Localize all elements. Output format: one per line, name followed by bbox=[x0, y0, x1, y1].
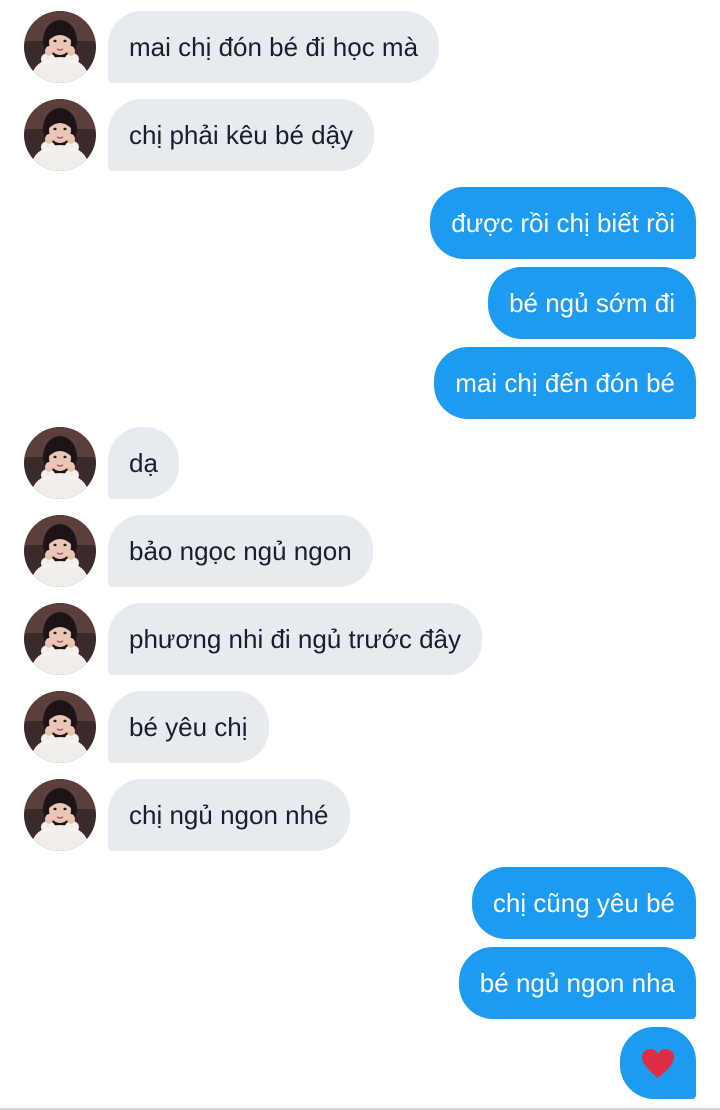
message-row-outgoing: chị cũng yêu bé bbox=[0, 867, 720, 939]
message-row-incoming: dạ bbox=[0, 427, 720, 499]
message-row-incoming: chị phải kêu bé dậy bbox=[0, 99, 720, 171]
message-row-incoming: chị ngủ ngon nhé bbox=[0, 779, 720, 851]
avatar[interactable] bbox=[24, 427, 96, 499]
message-bubble-outgoing-emoji[interactable] bbox=[620, 1027, 696, 1099]
message-bubble-incoming[interactable]: mai chị đón bé đi học mà bbox=[108, 11, 440, 83]
message-bubble-outgoing[interactable]: bé ngủ ngon nha bbox=[458, 947, 696, 1019]
conversation-thread: mai chị đón bé đi học mà chị phải kêu bé… bbox=[0, 0, 720, 1110]
avatar[interactable] bbox=[24, 99, 96, 171]
message-bubble-incoming[interactable]: chị phải kêu bé dậy bbox=[108, 99, 375, 171]
message-bubble-outgoing[interactable]: được rồi chị biết rồi bbox=[430, 187, 696, 259]
avatar[interactable] bbox=[24, 779, 96, 851]
message-row-outgoing: được rồi chị biết rồi bbox=[0, 187, 720, 259]
avatar[interactable] bbox=[24, 691, 96, 763]
message-bubble-incoming[interactable]: bé yêu chị bbox=[108, 691, 269, 763]
message-row-outgoing: bé ngủ sớm đi bbox=[0, 267, 720, 339]
message-row-incoming: phương nhi đi ngủ trước đây bbox=[0, 603, 720, 675]
avatar[interactable] bbox=[24, 603, 96, 675]
message-bubble-outgoing[interactable]: bé ngủ sớm đi bbox=[488, 267, 696, 339]
message-row-incoming: mai chị đón bé đi học mà bbox=[0, 11, 720, 83]
message-row-outgoing bbox=[0, 1027, 720, 1099]
message-bubble-incoming[interactable]: bảo ngọc ngủ ngon bbox=[108, 515, 373, 587]
avatar[interactable] bbox=[24, 11, 96, 83]
message-row-incoming: bảo ngọc ngủ ngon bbox=[0, 515, 720, 587]
message-row-incoming: bé yêu chị bbox=[0, 691, 720, 763]
message-bubble-incoming[interactable]: phương nhi đi ngủ trước đây bbox=[108, 603, 482, 675]
message-row-outgoing: bé ngủ ngon nha bbox=[0, 947, 720, 1019]
heart-emoji-icon bbox=[642, 1049, 674, 1079]
message-bubble-incoming[interactable]: dạ bbox=[108, 427, 179, 499]
avatar[interactable] bbox=[24, 515, 96, 587]
message-row-outgoing: mai chị đến đón bé bbox=[0, 347, 720, 419]
message-bubble-incoming[interactable]: chị ngủ ngon nhé bbox=[108, 779, 350, 851]
message-bubble-outgoing[interactable]: chị cũng yêu bé bbox=[471, 867, 696, 939]
message-bubble-outgoing[interactable]: mai chị đến đón bé bbox=[434, 347, 696, 419]
